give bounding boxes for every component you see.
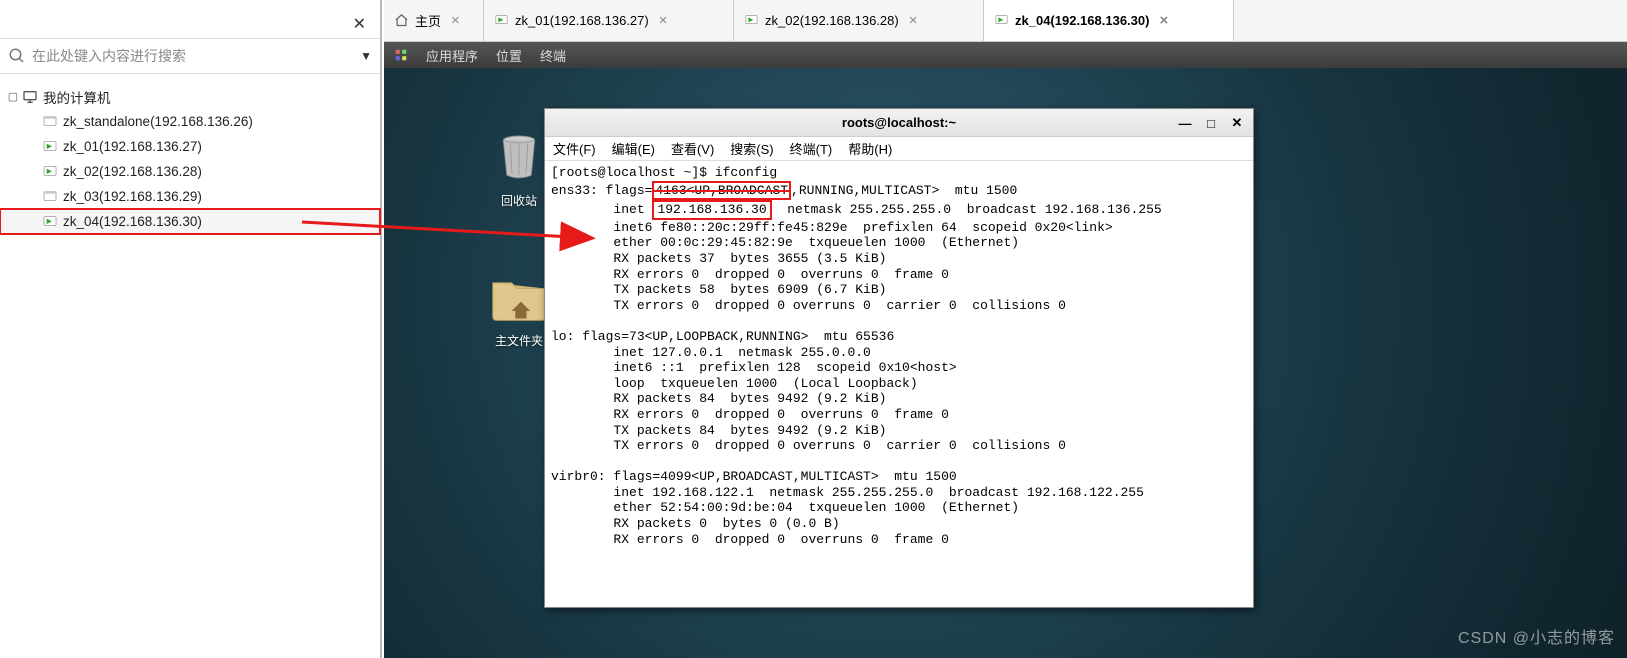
vm-icon (42, 114, 58, 130)
chevron-down-icon[interactable]: ▼ (360, 49, 372, 63)
library-panel: ✕ ▼ ▢ 我的计算机 zk_standalone(192.168.136.26… (0, 0, 382, 658)
monitor-icon (22, 89, 38, 105)
search-input[interactable] (32, 48, 354, 64)
vm-running-icon (994, 13, 1009, 28)
term-line: RX errors 0 dropped 0 overruns 0 frame 0 (551, 532, 949, 547)
tab-home[interactable]: 主页 × (384, 0, 484, 41)
gnome-menu-terminal[interactable]: 终端 (540, 46, 566, 65)
term-line: RX packets 0 bytes 0 (0.0 B) (551, 516, 840, 531)
vm-running-icon (494, 13, 509, 28)
terminal-title-text: roots@localhost:~ (842, 115, 956, 130)
guest-desktop: 回收站 主文件夹 roots@localhost:~ — □ ✕ 文件(F) (384, 68, 1627, 658)
menu-view[interactable]: 查看(V) (671, 139, 714, 158)
tree-item-label: zk_03(192.168.136.29) (63, 189, 202, 204)
tree-item-zk-03[interactable]: zk_03(192.168.136.29) (0, 184, 380, 209)
tree-item-label: zk_01(192.168.136.27) (63, 139, 202, 154)
tree-item-zk-04[interactable]: zk_04(192.168.136.30) (0, 209, 380, 234)
term-line: RX packets 84 bytes 9492 (9.2 KiB) (551, 391, 886, 406)
term-line: RX errors 0 dropped 0 overruns 0 frame 0 (551, 267, 949, 282)
vm-tree: ▢ 我的计算机 zk_standalone(192.168.136.26) zk… (0, 80, 380, 238)
term-line: ens33: flags= (551, 183, 652, 198)
tree-item-label: zk_standalone(192.168.136.26) (63, 114, 253, 129)
tab-label: zk_01(192.168.136.27) (515, 13, 649, 28)
term-line: inet6 ::1 prefixlen 128 scopeid 0x10<hos… (551, 360, 957, 375)
tree-root-label: 我的计算机 (43, 87, 111, 107)
menu-terminal[interactable]: 终端(T) (790, 139, 833, 158)
menu-help[interactable]: 帮助(H) (848, 139, 892, 158)
term-line: TX errors 0 dropped 0 overruns 0 carrier… (551, 298, 1066, 313)
term-line: inet6 fe80::20c:29ff:fe45:829e prefixlen… (551, 220, 1113, 235)
term-line: inet (551, 202, 645, 217)
menu-file[interactable]: 文件(F) (553, 139, 596, 158)
vm-running-icon (42, 164, 58, 180)
term-line: TX packets 58 bytes 6909 (6.7 KiB) (551, 282, 886, 297)
close-icon[interactable]: × (1159, 12, 1168, 29)
tab-label: zk_04(192.168.136.30) (1015, 13, 1149, 28)
term-line: TX errors 0 dropped 0 overruns 0 carrier… (551, 438, 1066, 453)
term-line: inet 192.168.122.1 netmask 255.255.255.0… (551, 485, 1144, 500)
close-icon[interactable]: × (451, 12, 460, 29)
trash-icon (491, 128, 547, 184)
tab-label: 主页 (415, 11, 441, 30)
terminal-output[interactable]: [roots@localhost ~]$ ifconfig ens33: fla… (545, 161, 1253, 607)
term-highlight-ip: 192.168.136.30 (652, 200, 771, 220)
close-button[interactable]: ✕ (1225, 113, 1249, 133)
term-line: ,RUNNING,MULTICAST> mtu 1500 (791, 183, 1017, 198)
tree-item-zk-01[interactable]: zk_01(192.168.136.27) (0, 134, 380, 159)
tree-item-label: zk_04(192.168.136.30) (63, 214, 202, 229)
search-icon (8, 47, 26, 65)
terminal-window: roots@localhost:~ — □ ✕ 文件(F) 编辑(E) 查看(V… (544, 108, 1254, 608)
term-line: RX errors 0 dropped 0 overruns 0 frame 0 (551, 407, 949, 422)
term-line: lo: flags=73<UP,LOOPBACK,RUNNING> mtu 65… (551, 329, 894, 344)
collapse-icon[interactable]: ▢ (6, 90, 20, 103)
tab-bar: 主页 × zk_01(192.168.136.27) × zk_02(192.1… (384, 0, 1627, 42)
close-icon[interactable]: × (659, 12, 668, 29)
close-icon[interactable]: × (909, 12, 918, 29)
terminal-titlebar[interactable]: roots@localhost:~ — □ ✕ (545, 109, 1253, 137)
term-line: ether 52:54:00:9d:be:04 txqueuelen 1000 … (551, 500, 1019, 515)
term-line: virbr0: flags=4099<UP,BROADCAST,MULTICAS… (551, 469, 957, 484)
vm-display-area: 主页 × zk_01(192.168.136.27) × zk_02(192.1… (384, 0, 1627, 658)
tree-root-my-computer[interactable]: ▢ 我的计算机 (0, 84, 380, 109)
minimize-button[interactable]: — (1173, 113, 1197, 133)
term-line: inet 127.0.0.1 netmask 255.0.0.0 (551, 345, 871, 360)
menu-edit[interactable]: 编辑(E) (612, 139, 655, 158)
close-icon[interactable]: ✕ (353, 14, 366, 34)
term-line: loop txqueuelen 1000 (Local Loopback) (551, 376, 918, 391)
term-line (551, 313, 559, 328)
vm-running-icon (42, 139, 58, 155)
tab-label: zk_02(192.168.136.28) (765, 13, 899, 28)
terminal-menubar: 文件(F) 编辑(E) 查看(V) 搜索(S) 终端(T) 帮助(H) (545, 137, 1253, 161)
apps-icon (394, 48, 408, 62)
term-line (551, 454, 559, 469)
vm-running-icon (744, 13, 759, 28)
tab-zk-02[interactable]: zk_02(192.168.136.28) × (734, 0, 984, 41)
menu-search[interactable]: 搜索(S) (730, 139, 773, 158)
term-line: ether 00:0c:29:45:82:9e txqueuelen 1000 … (551, 235, 1019, 250)
home-icon (394, 13, 409, 28)
term-line: [roots@localhost ~]$ ifconfig (551, 165, 777, 180)
gnome-top-bar: 应用程序 位置 终端 (384, 42, 1627, 68)
vm-icon (42, 189, 58, 205)
tree-item-zk-standalone[interactable]: zk_standalone(192.168.136.26) (0, 109, 380, 134)
tree-item-label: zk_02(192.168.136.28) (63, 164, 202, 179)
term-highlight: 4163<UP,BROADCAST (652, 181, 791, 201)
maximize-button[interactable]: □ (1199, 113, 1223, 133)
gnome-menu-places[interactable]: 位置 (496, 46, 522, 65)
gnome-menu-apps[interactable]: 应用程序 (426, 46, 478, 65)
term-line: TX packets 84 bytes 9492 (9.2 KiB) (551, 423, 886, 438)
folder-home-icon (489, 268, 549, 324)
vm-running-icon (42, 214, 58, 230)
term-line: RX packets 37 bytes 3655 (3.5 KiB) (551, 251, 886, 266)
tab-zk-04[interactable]: zk_04(192.168.136.30) × (984, 0, 1234, 41)
search-bar: ▼ (0, 38, 380, 74)
term-line: netmask 255.255.255.0 broadcast 192.168.… (772, 202, 1162, 217)
tab-zk-01[interactable]: zk_01(192.168.136.27) × (484, 0, 734, 41)
tree-item-zk-02[interactable]: zk_02(192.168.136.28) (0, 159, 380, 184)
